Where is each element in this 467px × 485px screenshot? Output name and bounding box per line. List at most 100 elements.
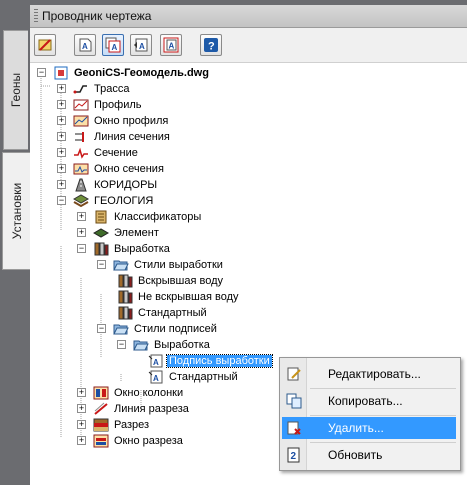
- expand-toggle[interactable]: +: [57, 116, 66, 125]
- svg-text:A: A: [169, 42, 175, 51]
- sheet-a-button[interactable]: A: [74, 34, 96, 56]
- sheet-a-arrow-icon: A: [134, 38, 148, 52]
- drag-grip-icon[interactable]: [34, 9, 38, 23]
- expand-toggle[interactable]: +: [57, 148, 66, 157]
- menu-item-label: Копировать...: [328, 394, 403, 408]
- expand-toggle[interactable]: +: [57, 84, 66, 93]
- tree-item-label: Классификаторы: [114, 211, 202, 223]
- drawing-file-icon: [53, 65, 69, 81]
- tree-item-borehole-label-selected[interactable]: A Подпись выработки: [148, 353, 273, 369]
- refresh-icon: 2: [286, 447, 302, 463]
- menu-item-delete[interactable]: Удалить...: [282, 417, 456, 439]
- menu-item-refresh[interactable]: 2 Обновить: [282, 444, 456, 466]
- sheet-a-frame-button[interactable]: A: [160, 34, 182, 56]
- label-style-icon: A: [148, 369, 164, 385]
- tree-item-cut-line[interactable]: + Линия разреза: [77, 401, 191, 417]
- tree-item-water-not-found[interactable]: Не вскрывшая воду: [117, 289, 241, 305]
- folder-open-icon: [113, 321, 129, 337]
- section-line-icon: [73, 129, 89, 145]
- tree-item-section[interactable]: + Сечение: [57, 145, 140, 161]
- tree-item-borehole-labels[interactable]: − Выработка: [117, 337, 212, 353]
- pencil-cross-icon: [38, 39, 52, 51]
- tree-item-label: Элемент: [114, 227, 159, 239]
- tree-item-cut-window[interactable]: + Окно разреза: [77, 433, 185, 449]
- tree-item-label: Трасса: [94, 83, 130, 95]
- menu-item-label: Редактировать...: [328, 367, 421, 381]
- tree-item-label: Окно сечения: [94, 163, 164, 175]
- tab-geons[interactable]: Геоны: [3, 30, 28, 150]
- menu-separator: [310, 415, 456, 416]
- tree-item-column-window[interactable]: + Окно колонки: [77, 385, 185, 401]
- collapse-toggle[interactable]: −: [97, 324, 106, 333]
- borehole-style-icon: [117, 289, 133, 305]
- expand-toggle[interactable]: +: [57, 164, 66, 173]
- cut-line-icon: [93, 401, 109, 417]
- tree-item-trassa[interactable]: + Трасса: [57, 81, 131, 97]
- panel-title: Проводник чертежа: [42, 9, 152, 23]
- expand-toggle[interactable]: +: [57, 180, 66, 189]
- tree-item-label: Выработка: [154, 339, 210, 351]
- cut-icon: [93, 417, 109, 433]
- expand-toggle[interactable]: +: [57, 100, 66, 109]
- menu-item-copy[interactable]: Копировать...: [282, 390, 456, 412]
- sheet-a-stack-button[interactable]: A: [102, 34, 124, 56]
- help-button[interactable]: ?: [200, 34, 222, 56]
- tree-item-label: Окно разреза: [114, 435, 183, 447]
- collapse-toggle[interactable]: −: [57, 196, 66, 205]
- tree-item-standard-style[interactable]: Стандартный: [117, 305, 209, 321]
- profile-icon: [73, 97, 89, 113]
- copy-icon: [286, 393, 302, 409]
- expand-toggle[interactable]: +: [57, 132, 66, 141]
- folder-open-icon: [133, 337, 149, 353]
- tree-root-label: GeoniCS-Геомодель.dwg: [74, 67, 209, 79]
- sheet-a-icon: A: [79, 38, 92, 52]
- borehole-style-icon: [117, 273, 133, 289]
- tree-item-classifiers[interactable]: + Классификаторы: [77, 209, 203, 225]
- sheet-a-frame-icon: A: [163, 37, 179, 53]
- tree-item-geology[interactable]: − ГЕОЛОГИЯ: [57, 193, 155, 209]
- collapse-toggle[interactable]: −: [117, 340, 126, 349]
- tab-settings[interactable]: Установки: [2, 152, 31, 270]
- expand-toggle[interactable]: +: [77, 436, 86, 445]
- menu-separator: [310, 442, 456, 443]
- tree-item-profile-window[interactable]: + Окно профиля: [57, 113, 170, 129]
- svg-text:A: A: [82, 42, 88, 51]
- tree-root[interactable]: − GeoniCS-Геомодель.dwg: [37, 65, 211, 81]
- tree-item-borehole-styles[interactable]: − Стили выработки: [97, 257, 225, 273]
- tree-item-profile[interactable]: + Профиль: [57, 97, 144, 113]
- collapse-toggle[interactable]: −: [97, 260, 106, 269]
- tree-item-water-found[interactable]: Вскрывшая воду: [117, 273, 225, 289]
- tree-item-section-line[interactable]: + Линия сечения: [57, 129, 172, 145]
- tree-item-standard-label[interactable]: A Стандартный: [148, 369, 240, 385]
- panel-titlebar: Проводник чертежа: [30, 5, 467, 28]
- collapse-toggle[interactable]: −: [77, 244, 86, 253]
- tree-item-label: Профиль: [94, 99, 142, 111]
- edit-icon: [286, 366, 302, 382]
- expand-toggle[interactable]: +: [77, 404, 86, 413]
- expand-toggle[interactable]: +: [77, 228, 86, 237]
- tree-item-label: Подпись выработки: [166, 354, 273, 368]
- tree-item-label: Вскрывшая воду: [138, 275, 223, 287]
- cut-window-icon: [93, 433, 109, 449]
- section-icon: [73, 145, 89, 161]
- section-window-icon: [73, 161, 89, 177]
- sheet-a-arrow-button[interactable]: A: [130, 34, 152, 56]
- pencil-cross-button[interactable]: [34, 34, 56, 56]
- collapse-toggle[interactable]: −: [37, 68, 46, 77]
- expand-toggle[interactable]: +: [77, 420, 86, 429]
- tree-item-label: ГЕОЛОГИЯ: [94, 195, 154, 207]
- tree-item-borehole[interactable]: − Выработка: [77, 241, 172, 257]
- tree-item-label: Линия сечения: [94, 131, 170, 143]
- tree-item-label: Стандартный: [138, 307, 207, 319]
- menu-item-edit[interactable]: Редактировать...: [282, 363, 456, 385]
- tree-item-element[interactable]: + Элемент: [77, 225, 161, 241]
- expand-toggle[interactable]: +: [77, 212, 86, 221]
- svg-text:A: A: [139, 42, 145, 51]
- tab-geons-label: Геоны: [9, 72, 23, 108]
- explorer-window: Геоны Установки Проводник чертежа A A A …: [0, 0, 467, 485]
- tree-item-label-styles[interactable]: − Стили подписей: [97, 321, 219, 337]
- tree-item-cut[interactable]: + Разрез: [77, 417, 151, 433]
- expand-toggle[interactable]: +: [77, 388, 86, 397]
- tree-item-corridors[interactable]: + КОРИДОРЫ: [57, 177, 159, 193]
- tree-item-section-window[interactable]: + Окно сечения: [57, 161, 166, 177]
